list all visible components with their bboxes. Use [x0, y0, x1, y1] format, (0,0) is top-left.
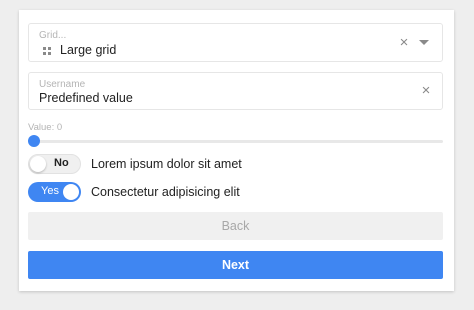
toggle-consectetur-label: Consectetur adipisicing elit — [91, 185, 240, 199]
form-card: Grid... Large grid × Username Predefined… — [19, 10, 454, 291]
slider-thumb[interactable] — [28, 135, 40, 147]
slider-label: Value: 0 — [28, 122, 63, 133]
next-button[interactable]: Next — [28, 251, 443, 279]
clear-icon[interactable]: × — [396, 35, 412, 51]
slider-track[interactable] — [28, 140, 443, 143]
toggle-knob — [30, 156, 46, 172]
clear-icon[interactable]: × — [418, 83, 434, 99]
toggle-consectetur[interactable]: Yes — [28, 182, 81, 202]
toggle-knob — [63, 184, 79, 200]
grid-select-label: Grid... — [39, 30, 67, 41]
toggle-lorem-label: Lorem ipsum dolor sit amet — [91, 157, 242, 171]
back-button[interactable]: Back — [28, 212, 443, 240]
toggle-lorem[interactable]: No — [28, 154, 81, 174]
toggle-state-label: Yes — [41, 185, 59, 197]
chevron-down-icon[interactable] — [419, 40, 429, 45]
username-label: Username — [39, 79, 86, 90]
grid-icon — [43, 47, 51, 55]
grid-select[interactable]: Grid... Large grid × — [28, 23, 443, 62]
grid-select-value: Large grid — [60, 43, 117, 57]
username-field[interactable]: Username Predefined value × — [28, 72, 443, 110]
username-value[interactable]: Predefined value — [39, 91, 133, 105]
toggle-state-label: No — [54, 157, 69, 169]
